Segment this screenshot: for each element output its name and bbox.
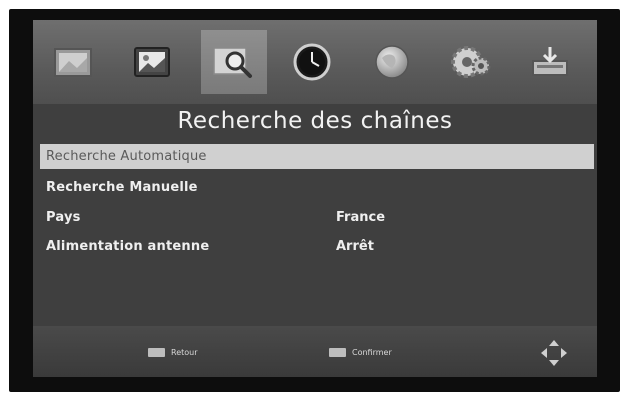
tab-image[interactable] — [119, 30, 185, 94]
search-magnifier-icon — [213, 47, 252, 78]
confirm-hint[interactable]: Confirmer — [329, 348, 392, 357]
menu-item-value: France — [336, 210, 386, 225]
menu-item-antenna-power[interactable]: Alimentation antenne Arrêt — [40, 234, 594, 259]
tab-settings[interactable] — [438, 30, 504, 94]
exit-key-icon — [148, 348, 165, 357]
page-title: Recherche des chaînes — [177, 108, 453, 134]
confirm-label: Confirmer — [352, 348, 392, 357]
tab-clock[interactable] — [279, 30, 345, 94]
menu-tab-bar — [33, 20, 597, 104]
ok-key-icon — [329, 348, 346, 357]
tab-media-storage[interactable] — [517, 30, 583, 94]
clock-icon — [293, 43, 331, 81]
image-icon — [134, 47, 170, 77]
usb-storage-icon — [532, 47, 568, 76]
back-hint[interactable]: Retour — [148, 348, 198, 357]
menu-item-automatic-search[interactable]: Recherche Automatique — [40, 144, 594, 169]
tab-picture-frame[interactable] — [41, 30, 107, 94]
menu-item-label: Alimentation antenne — [46, 239, 210, 254]
picture-frame-icon — [54, 48, 92, 77]
globe-icon — [375, 45, 409, 79]
gears-icon — [451, 46, 491, 78]
menu-item-label: Recherche Manuelle — [46, 180, 198, 195]
navigation-arrows-icon — [541, 340, 567, 366]
menu-item-value: Arrêt — [336, 239, 374, 254]
menu-item-label: Pays — [46, 210, 81, 225]
tab-globe[interactable] — [359, 30, 425, 94]
menu-item-country[interactable]: Pays France — [40, 205, 594, 230]
settings-screen: Recherche des chaînes Recherche Automati… — [33, 20, 597, 377]
menu-item-manual-search[interactable]: Recherche Manuelle — [40, 175, 594, 200]
menu-item-label: Recherche Automatique — [46, 149, 207, 164]
tab-channel-search[interactable] — [201, 30, 267, 94]
footer-hint-bar: Retour Confirmer — [33, 326, 597, 377]
back-label: Retour — [171, 348, 198, 357]
